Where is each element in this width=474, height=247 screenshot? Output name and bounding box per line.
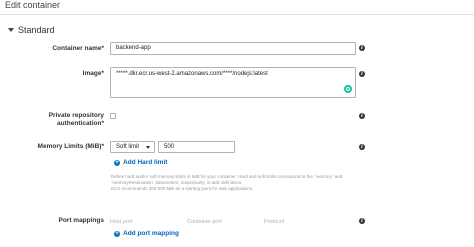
private-repo-label: Private repository authentication* [0, 112, 104, 128]
info-icon[interactable]: i [359, 218, 365, 224]
memory-help-text: Define hard and/or soft memory limits in… [111, 174, 342, 192]
info-icon[interactable]: i [359, 144, 365, 150]
add-hard-limit-link[interactable]: Add Hard limit [123, 159, 167, 166]
caret-down-icon [8, 28, 14, 32]
add-port-mapping-link[interactable]: Add port mapping [123, 230, 179, 237]
port-mappings-label: Port mappings [58, 217, 104, 224]
grammarly-icon[interactable] [344, 85, 352, 93]
image-value: *****.dkr.ecr.us-west-2.amazonaws.com/**… [116, 71, 268, 77]
container-name-value: backend-app [116, 45, 151, 51]
container-name-label: Container name* [52, 45, 104, 52]
section-title: Standard [18, 25, 55, 35]
container-name-input[interactable]: backend-app [110, 42, 356, 55]
info-icon[interactable]: i [359, 45, 365, 51]
memory-limit-type-value: Soft limit [116, 144, 140, 150]
add-icon[interactable]: + [114, 231, 120, 237]
dropdown-arrow-icon [146, 146, 150, 149]
memory-limit-type-select[interactable]: Soft limit [110, 141, 155, 153]
image-input[interactable]: *****.dkr.ecr.us-west-2.amazonaws.com/**… [110, 67, 356, 98]
host-port-column-header: Host port [110, 219, 133, 225]
memory-limits-label: Memory Limits (MiB)* [37, 143, 104, 150]
private-repo-label-line2: authentication* [57, 120, 104, 127]
memory-limit-value: 500 [164, 144, 175, 150]
modal-title: Edit container [5, 0, 61, 10]
memory-help-line3: ECS recommends 300-500 MiB as a starting… [111, 186, 254, 191]
private-repo-label-line1: Private repository [48, 112, 104, 119]
image-label: Image* [82, 70, 104, 77]
container-port-column-header: Container port [187, 219, 222, 225]
info-icon[interactable]: i [359, 113, 365, 119]
private-repo-checkbox[interactable] [110, 113, 116, 119]
modal-header: Edit container [0, 0, 474, 15]
add-icon[interactable]: + [114, 160, 120, 166]
section-standard-toggle[interactable]: Standard [0, 24, 474, 40]
protocol-column-header: Protocol [264, 219, 285, 225]
info-icon[interactable]: i [359, 71, 365, 77]
memory-limit-input[interactable]: 500 [158, 141, 235, 153]
